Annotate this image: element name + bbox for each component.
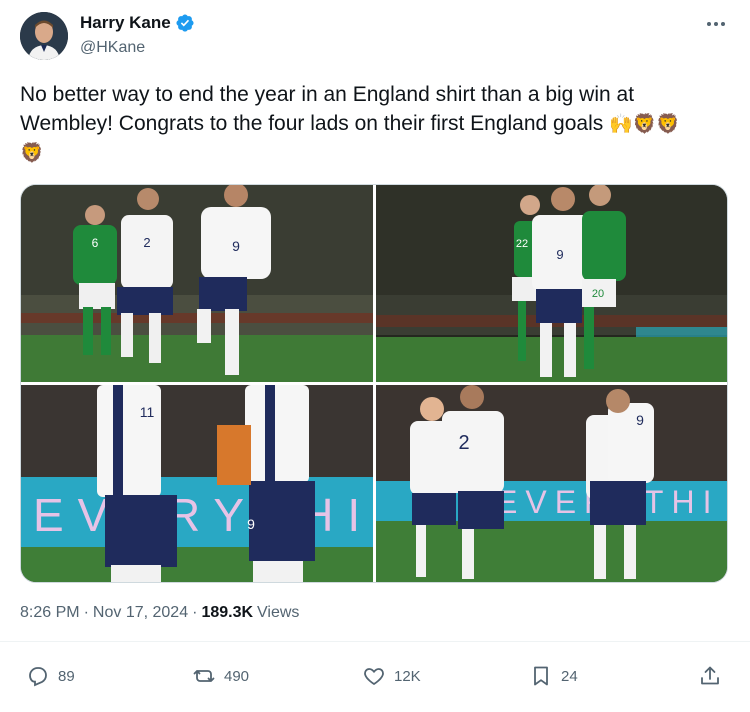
- reply-count: 89: [58, 667, 75, 685]
- meta-separator: ·: [83, 604, 89, 621]
- emoji-group: 🙌🦁🦁: [609, 114, 681, 135]
- shirt-number: 9: [636, 412, 644, 428]
- divider: [0, 641, 750, 642]
- verified-badge-icon[interactable]: [175, 13, 195, 33]
- shirt-number: 9: [232, 238, 240, 254]
- ad-board-text: EVERYTHI: [33, 489, 373, 541]
- photo-1[interactable]: 9 2 6: [21, 185, 373, 382]
- views-label: Views: [257, 604, 300, 621]
- photo-icon: 9 22 20: [376, 185, 727, 382]
- photo-3[interactable]: EVERYTHI 11 9: [21, 385, 373, 582]
- author-name[interactable]: Harry Kane: [80, 13, 171, 33]
- repost-button[interactable]: 490: [192, 664, 249, 688]
- tweet-text-segment: Wembley! Congrats to the four lads on th…: [20, 112, 604, 135]
- shirt-number: 6: [92, 236, 99, 250]
- photo-icon: 9 2 6: [21, 185, 373, 382]
- tweet-date[interactable]: Nov 17, 2024: [93, 604, 188, 622]
- bookmark-button[interactable]: 24: [529, 664, 578, 688]
- tweet-text-line: No better way to end the year in an Engl…: [20, 83, 635, 106]
- bookmark-icon: [534, 666, 548, 686]
- emoji-line: 🦁: [20, 143, 44, 164]
- shirt-number: 9: [556, 247, 563, 262]
- more-options-icon[interactable]: [704, 14, 728, 34]
- photo-4[interactable]: EVERYTHI 2 9: [376, 385, 727, 582]
- tweet-text: No better way to end the year in an Engl…: [20, 80, 720, 168]
- shirt-number: 2: [143, 235, 150, 250]
- shirt-number: 9: [247, 516, 255, 532]
- bookmark-count: 24: [561, 667, 578, 685]
- shirt-number: 11: [140, 404, 155, 420]
- photo-2[interactable]: 9 22 20: [376, 185, 727, 382]
- repost-count: 490: [224, 667, 250, 685]
- repost-icon: [193, 670, 215, 682]
- shirt-number: 22: [516, 238, 528, 250]
- tweet-meta: 8:26 PM · Nov 17, 2024 · 189.3K Views: [20, 604, 299, 622]
- like-button[interactable]: 12K: [362, 664, 421, 688]
- author-handle[interactable]: @HKane: [80, 39, 145, 57]
- tweet-time[interactable]: 8:26 PM: [20, 604, 80, 622]
- photo-icon: EVERYTHI 2 9: [376, 385, 727, 582]
- reply-button[interactable]: 89: [26, 664, 75, 688]
- heart-icon: [364, 668, 384, 686]
- meta-separator: ·: [192, 604, 198, 621]
- photo-icon: EVERYTHI 11 9: [21, 385, 373, 582]
- media-grid: 9 2 6 9 22 20 EVERYTHI 11 9 2 9: [20, 184, 728, 583]
- avatar[interactable]: [20, 12, 68, 60]
- tweet-text-line: Wembley! Congrats to the four lads on th…: [20, 109, 720, 139]
- shirt-number: 20: [592, 288, 604, 300]
- author-name-row: Harry Kane: [80, 13, 195, 33]
- shirt-number: 2: [458, 432, 469, 454]
- avatar-image: [20, 12, 68, 60]
- views-count: 189.3K: [201, 604, 254, 621]
- share-icon: [701, 666, 719, 685]
- share-button[interactable]: [698, 664, 722, 688]
- reply-icon: [29, 667, 47, 687]
- action-bar: 89 490 12K 24: [0, 660, 750, 700]
- like-count: 12K: [394, 667, 421, 685]
